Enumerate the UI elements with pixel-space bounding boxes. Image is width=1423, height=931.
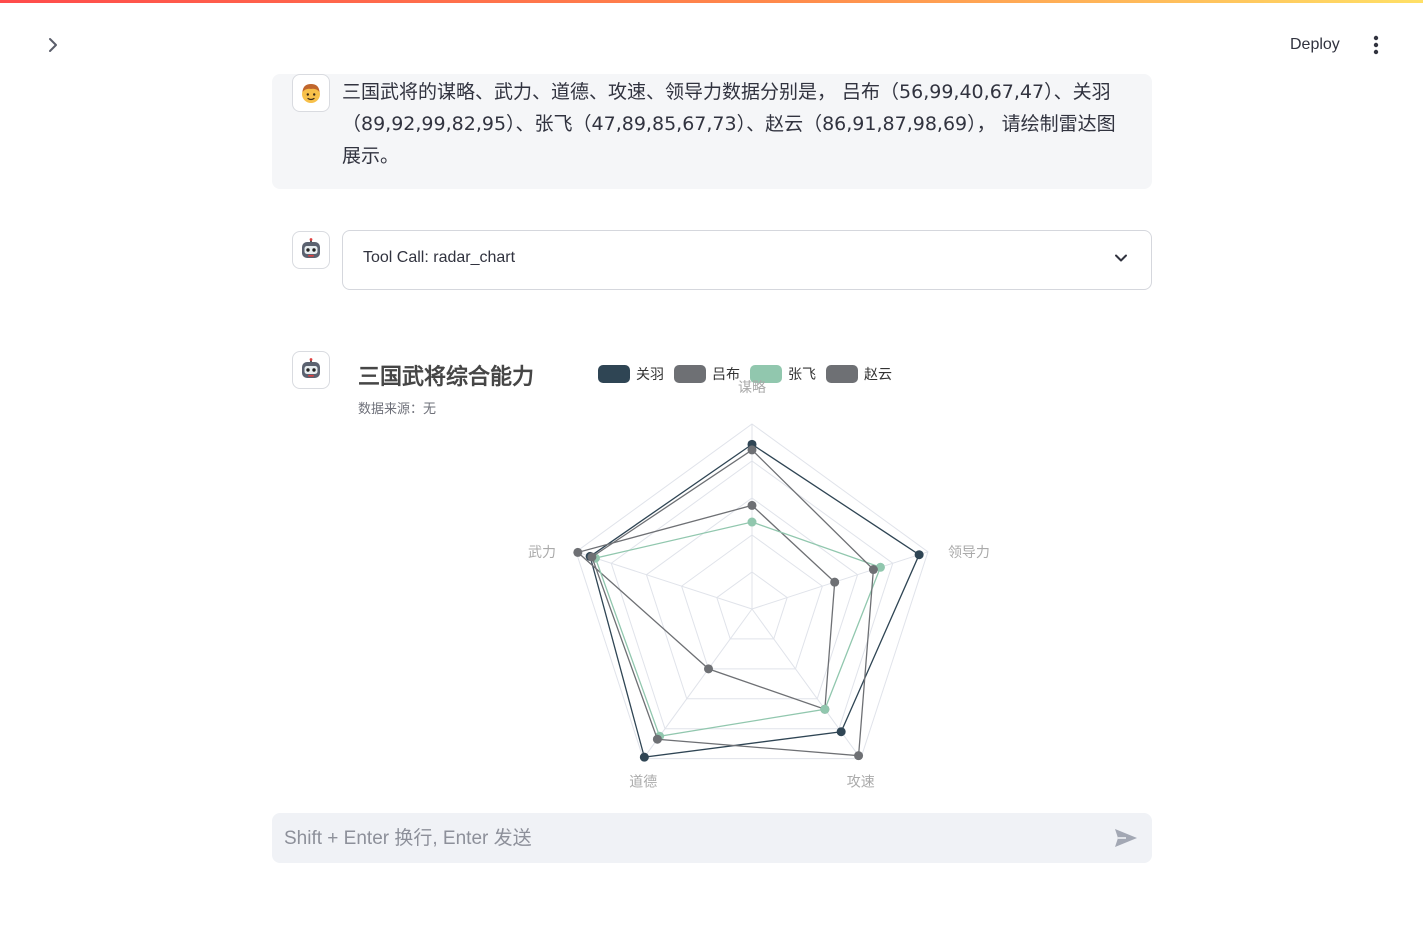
user-message-text: 三国武将的谋略、武力、道德、攻速、领导力数据分别是， 吕布（56,99,40,6… <box>342 81 1116 167</box>
user-message: 三国武将的谋略、武力、道德、攻速、领导力数据分别是， 吕布（56,99,40,6… <box>272 74 1152 189</box>
radar-data-point <box>820 704 830 714</box>
radar-data-point <box>747 500 757 510</box>
robot-avatar-icon <box>302 358 320 378</box>
chat-input-container <box>272 813 1152 865</box>
main-menu-button[interactable] <box>1364 32 1388 58</box>
radar-data-point <box>868 565 878 575</box>
radar-indicator-label: 武力 <box>528 545 556 561</box>
send-icon <box>1115 829 1137 847</box>
sidebar-toggle-button[interactable] <box>40 32 66 58</box>
radar-data-point <box>587 552 597 562</box>
top-decoration-bar <box>0 0 1423 3</box>
kebab-menu-icon <box>1373 35 1379 55</box>
radar-data-point <box>652 734 662 744</box>
tool-call-expander[interactable]: Tool Call: radar_chart <box>342 230 1152 290</box>
send-button[interactable] <box>1112 825 1140 851</box>
deploy-button[interactable]: Deploy <box>1278 31 1352 59</box>
radar-data-point <box>747 445 757 455</box>
user-avatar-icon <box>302 84 320 103</box>
radar-data-point <box>836 727 846 737</box>
radar-data-point <box>747 517 757 527</box>
robot-avatar-icon <box>302 238 320 258</box>
chevron-down-icon <box>1115 254 1127 262</box>
radar-data-point <box>704 664 714 674</box>
radar-chart: 谋略领导力攻速 道德 武力 <box>528 380 990 790</box>
radar-data-point <box>639 752 649 762</box>
radar-indicator-label: 领导力 <box>948 545 990 561</box>
chevron-right-icon <box>49 38 57 52</box>
radar-series-line <box>589 443 920 758</box>
assistant-avatar <box>292 351 330 389</box>
radar-series-line <box>576 504 836 711</box>
radar-data-point <box>573 547 583 557</box>
chat-input[interactable] <box>282 813 1106 865</box>
radar-data-point <box>914 550 924 560</box>
user-avatar <box>292 74 330 112</box>
tool-call-label: Tool Call: radar_chart <box>363 249 516 266</box>
assistant-avatar <box>292 231 330 269</box>
radar-indicator-label: 道德 <box>629 775 657 790</box>
chart-subtitle: 数据来源：无 <box>358 402 437 417</box>
radar-indicator-label: 谋略 <box>738 380 766 396</box>
radar-data-point <box>830 577 840 587</box>
radar-axis-line <box>751 551 929 610</box>
radar-data-point <box>854 751 864 761</box>
radar-indicator-label: 攻速 <box>847 775 875 790</box>
